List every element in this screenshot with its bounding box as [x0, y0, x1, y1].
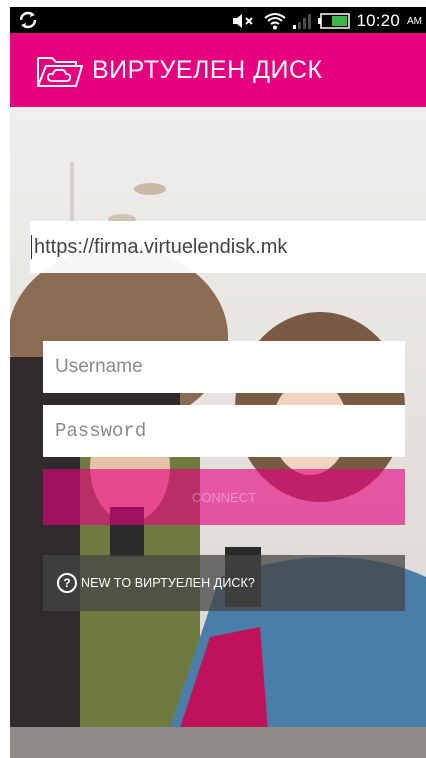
connect-button[interactable]: CONNECT: [43, 469, 405, 525]
sync-icon: [19, 11, 37, 29]
signal-icon: [293, 14, 312, 29]
volume-muted-icon: [233, 14, 254, 28]
text-cursor: [31, 235, 32, 259]
clock-time: 10:20: [356, 11, 400, 30]
app-title: ВИРТУЕЛЕН ДИСК: [92, 55, 323, 84]
question-circle-icon: ?: [57, 573, 77, 593]
app-screen: 10:20 AM ВИРТУЕЛЕН ДИСК https://firma.vi…: [10, 7, 426, 758]
app-bar: ВИРТУЕЛЕН ДИСК: [10, 33, 426, 107]
password-field[interactable]: [43, 405, 405, 457]
username-field[interactable]: [43, 341, 405, 393]
new-to-label: NEW TO ВИРТУЕЛЕН ДИСК?: [81, 576, 255, 590]
battery-icon: [318, 13, 351, 29]
cloud-folder-icon: [37, 57, 84, 87]
clock-ampm: AM: [407, 15, 422, 27]
wifi-icon: [264, 13, 287, 30]
status-bar: 10:20 AM: [10, 7, 426, 33]
new-to-link[interactable]: ? NEW TO ВИРТУЕЛЕН ДИСК?: [43, 555, 405, 611]
server-url-field[interactable]: [30, 221, 426, 273]
